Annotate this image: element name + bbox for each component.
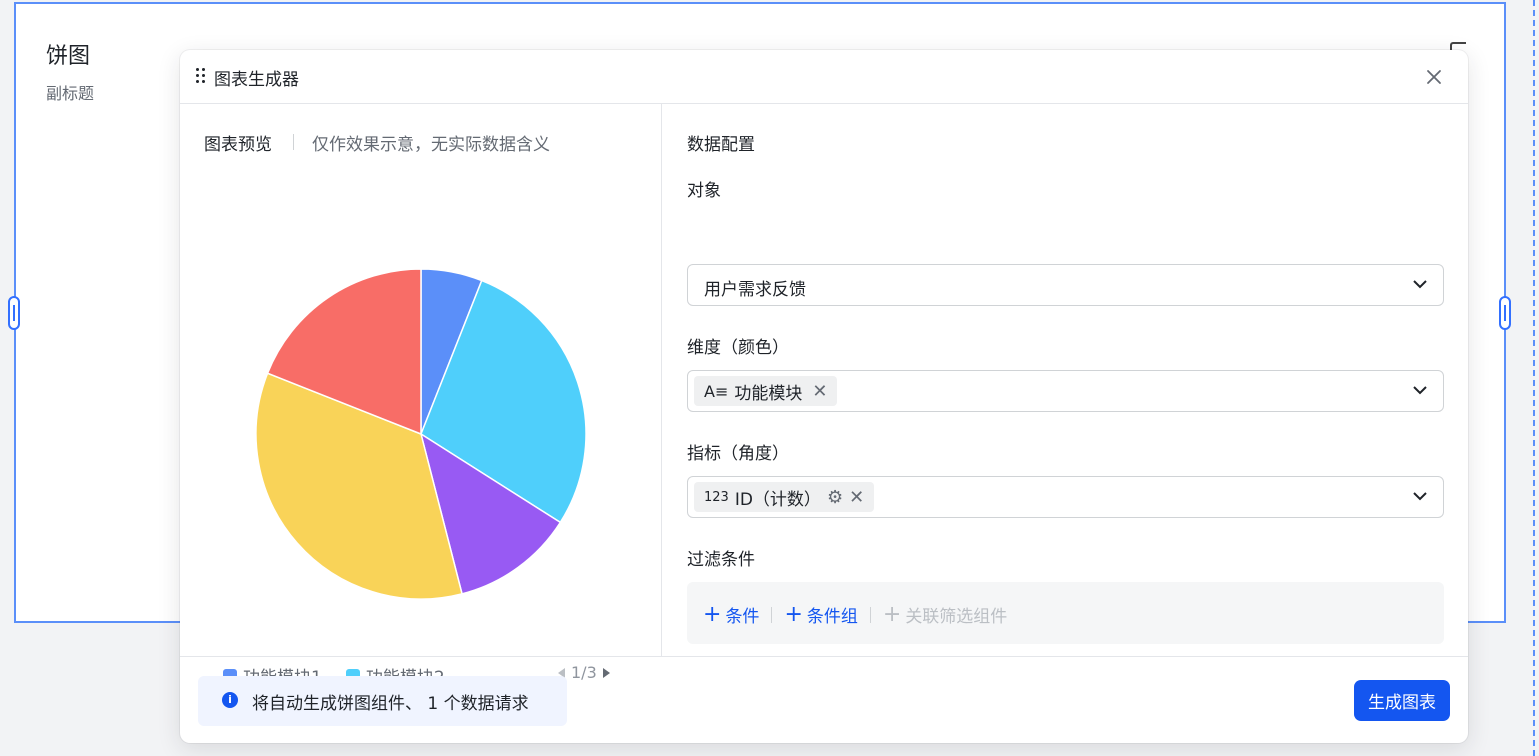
text-field-icon: A≡ bbox=[704, 381, 729, 401]
filter-label: 过滤条件 bbox=[687, 550, 755, 570]
generate-chart-button[interactable]: 生成图表 bbox=[1354, 680, 1450, 721]
divider bbox=[771, 606, 773, 623]
dimension-tag-label: 功能模块 bbox=[734, 383, 803, 404]
left-resize-handle[interactable] bbox=[8, 296, 20, 330]
dimension-tag: A≡ 功能模块 ✕ bbox=[694, 376, 838, 406]
linked-filter-button[interactable]: + 关联筛选组件 bbox=[883, 602, 1007, 627]
dialog-footer: i 将自动生成饼图组件、 1 个数据请求 生成图表 bbox=[180, 656, 1468, 743]
chart-preview-pane: 图表预览 仅作效果示意，无实际数据含义 功能模块1 功能模块2 1/3 bbox=[180, 104, 662, 688]
card-title: 饼图 bbox=[46, 44, 91, 69]
object-select[interactable]: 用户需求反馈 bbox=[687, 264, 1444, 306]
metric-tag-label: ID（计数） bbox=[734, 489, 821, 510]
number-field-icon: 123 bbox=[704, 489, 729, 505]
chevron-down-icon bbox=[1413, 386, 1427, 395]
divider bbox=[869, 606, 871, 623]
add-condition-button[interactable]: + 条件 bbox=[703, 602, 759, 627]
filter-box: + 条件 + 条件组 + 关联筛选组件 bbox=[687, 582, 1444, 644]
plus-icon: + bbox=[784, 601, 803, 627]
metric-tag: 123 ID（计数） ⚙ ✕ bbox=[694, 482, 875, 512]
chart-generator-dialog: 图表生成器 图表预览 仅作效果示意，无实际数据含义 功能模块1 功能模块2 1/… bbox=[180, 50, 1468, 743]
info-text: 将自动生成饼图组件、 1 个数据请求 bbox=[252, 694, 529, 714]
add-condition-group-button[interactable]: + 条件组 bbox=[784, 602, 857, 627]
plus-icon: + bbox=[882, 601, 902, 627]
info-banner: i 将自动生成饼图组件、 1 个数据请求 bbox=[198, 676, 567, 726]
drag-handle-icon[interactable] bbox=[196, 68, 208, 86]
chevron-down-icon bbox=[1413, 280, 1427, 289]
info-icon: i bbox=[222, 692, 238, 708]
pie-chart bbox=[255, 268, 587, 600]
remove-tag-icon[interactable]: ✕ bbox=[849, 487, 864, 508]
plus-icon: + bbox=[703, 601, 722, 627]
remove-tag-icon[interactable]: ✕ bbox=[812, 381, 827, 402]
gear-icon[interactable]: ⚙ bbox=[827, 487, 843, 508]
guide-line bbox=[1533, 0, 1535, 756]
linked-filter-label: 关联筛选组件 bbox=[905, 607, 1008, 627]
add-condition-group-label: 条件组 bbox=[806, 607, 858, 627]
data-config-pane: 数据配置 对象 用户需求反馈 维度（颜色） A≡ 功能模块 ✕ 指标（角度） 1… bbox=[663, 104, 1468, 656]
close-icon[interactable] bbox=[1424, 67, 1444, 87]
dialog-header[interactable]: 图表生成器 bbox=[180, 50, 1468, 104]
metric-label: 指标（角度） bbox=[687, 444, 789, 464]
chevron-down-icon bbox=[1413, 492, 1427, 501]
add-condition-label: 条件 bbox=[725, 607, 760, 627]
dialog-title: 图表生成器 bbox=[214, 70, 299, 90]
metric-select[interactable]: 123 ID（计数） ⚙ ✕ bbox=[687, 476, 1444, 518]
card-subtitle: 副标题 bbox=[46, 84, 95, 103]
config-section-title: 数据配置 bbox=[687, 135, 755, 155]
right-resize-handle[interactable] bbox=[1499, 296, 1511, 330]
dimension-label: 维度（颜色） bbox=[687, 338, 789, 358]
object-label: 对象 bbox=[687, 181, 721, 201]
object-select-value: 用户需求反馈 bbox=[704, 280, 806, 300]
dimension-select[interactable]: A≡ 功能模块 ✕ bbox=[687, 370, 1444, 412]
filter-actions: + 条件 + 条件组 + 关联筛选组件 bbox=[703, 602, 1007, 627]
